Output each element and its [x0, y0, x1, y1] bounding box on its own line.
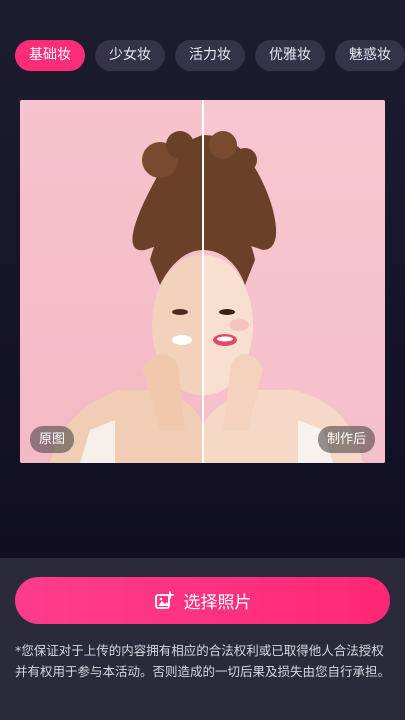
portrait-result-image — [157, 131, 363, 463]
original-photo — [20, 100, 248, 463]
comparison-slider-handle[interactable] — [202, 100, 204, 463]
upload-disclaimer: *您保证对于上传的内容拥有相应的合法权利或已取得他人合法授权并有权用于参与本活动… — [15, 643, 391, 679]
select-photo-button[interactable]: 选择照片 — [15, 577, 390, 624]
result-label: 制作后 — [317, 426, 375, 453]
select-photo-label: 选择照片 — [183, 593, 252, 613]
tab-charm-makeup[interactable]: 魅惑妆 — [335, 40, 405, 71]
bottom-action-panel: 选择照片 *您保证对于上传的内容拥有相应的合法权利或已取得他人合法授权并有权用于… — [0, 558, 405, 720]
made-up-photo — [157, 100, 385, 463]
status-bar — [0, 0, 405, 30]
original-label: 原图 — [30, 426, 75, 453]
tab-basic-makeup[interactable]: 基础妆 — [15, 40, 85, 71]
makeup-style-tabs: 基础妆 少女妆 活力妆 优雅妆 魅惑妆 — [15, 40, 405, 71]
tab-girl-makeup[interactable]: 少女妆 — [95, 40, 165, 71]
tab-vitality-makeup[interactable]: 活力妆 — [175, 40, 245, 71]
tab-elegant-makeup[interactable]: 优雅妆 — [255, 40, 325, 71]
before-after-comparison[interactable]: 原图 制作后 — [20, 100, 385, 463]
portrait-original-image — [50, 131, 248, 463]
add-image-icon — [154, 590, 174, 609]
